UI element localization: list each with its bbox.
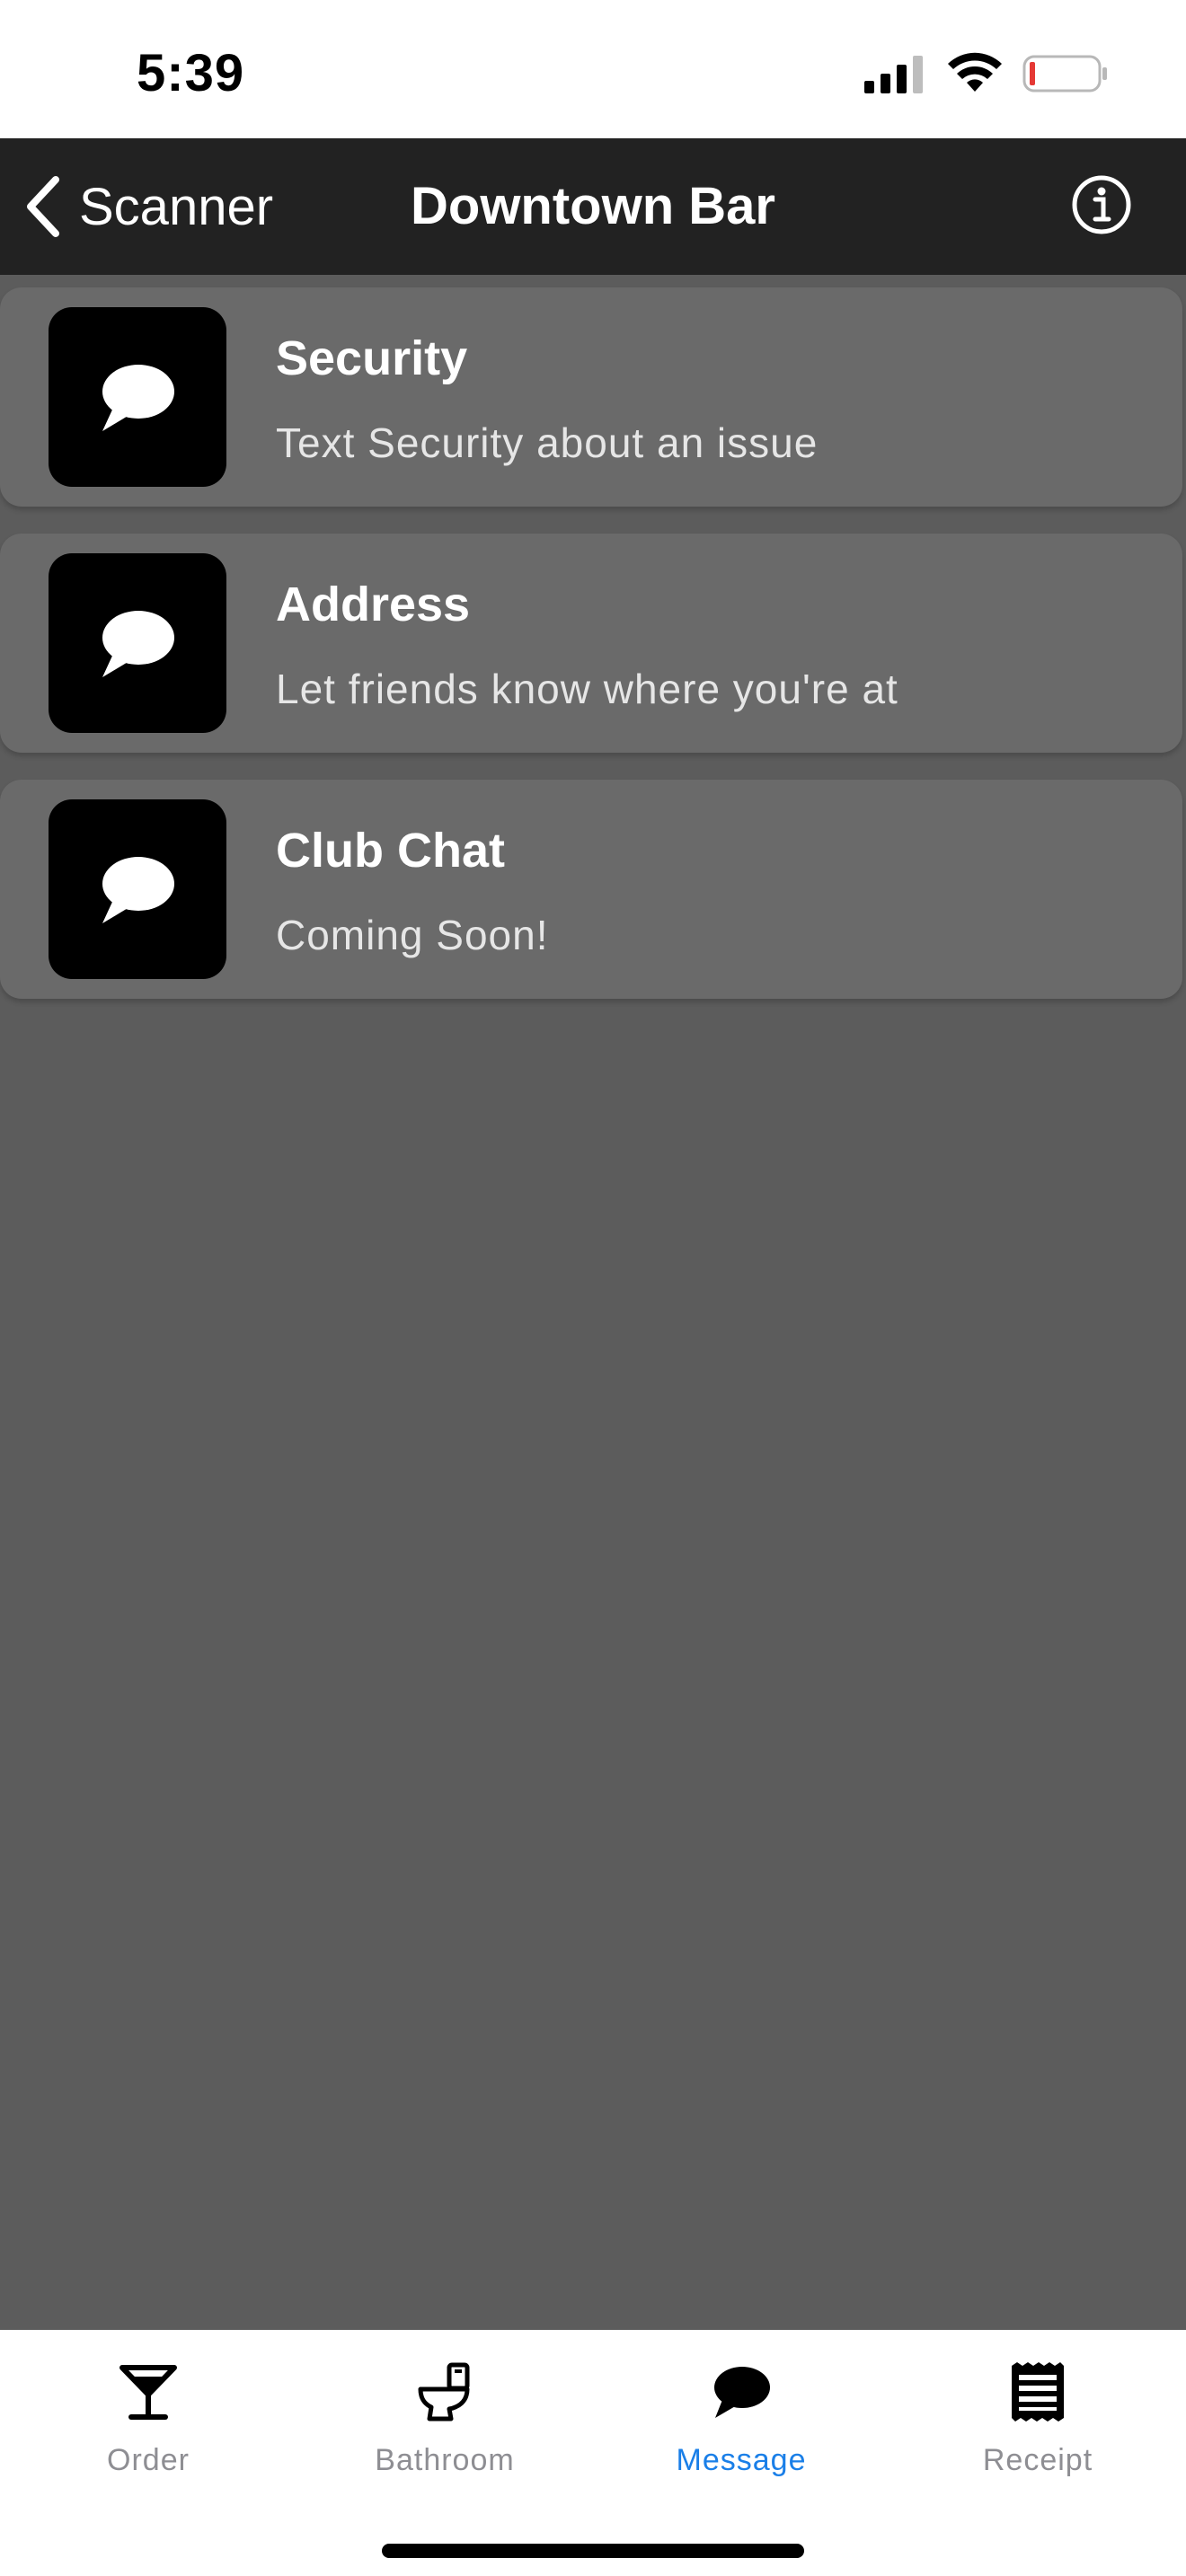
list-item-title: Address (276, 578, 471, 631)
chat-bubble-icon (102, 857, 174, 923)
tab-label: Bathroom (375, 2443, 515, 2477)
list-item-title: Club Chat (276, 824, 505, 878)
chat-bubble-icon (102, 365, 174, 431)
back-button[interactable]: Scanner (22, 165, 273, 248)
chevron-left-icon (27, 176, 59, 237)
tab-label: Order (107, 2443, 190, 2477)
home-indicator[interactable] (382, 2544, 804, 2558)
tab-label: Message (676, 2443, 807, 2477)
list-item-address[interactable]: Address Let friends know where you're at (0, 534, 1182, 753)
tab-order[interactable]: Order (0, 2362, 296, 2497)
tab-label: Receipt (982, 2443, 1093, 2477)
card-icon-box (49, 307, 226, 487)
battery-icon (1022, 55, 1107, 93)
card-icon-box (49, 799, 226, 979)
list-item-club-chat[interactable]: Club Chat Coming Soon! (0, 780, 1182, 999)
list-item-security[interactable]: Security Text Security about an issue (0, 287, 1182, 507)
list-item-subtitle: Let friends know where you're at (276, 666, 898, 712)
screen: 5:39 Downtown Bar Scanner Security Text … (0, 0, 1186, 2576)
info-icon[interactable] (1071, 174, 1132, 235)
list-item-title: Security (276, 331, 468, 385)
toilet-icon (418, 2362, 470, 2422)
signal-icon (864, 56, 923, 93)
status-bar: 5:39 (0, 0, 1186, 138)
tab-receipt[interactable]: Receipt (890, 2362, 1186, 2497)
tab-bar: Order Bathroom Message Receipt (0, 2330, 1186, 2576)
wifi-icon (948, 52, 1002, 92)
tab-bathroom[interactable]: Bathroom (296, 2362, 593, 2497)
chat-bubble-icon (714, 2367, 770, 2418)
status-time: 5:39 (137, 44, 245, 102)
list-item-subtitle: Text Security about an issue (276, 419, 819, 466)
list-item-subtitle: Coming Soon! (276, 912, 549, 958)
nav-bar: Downtown Bar Scanner (0, 138, 1186, 275)
chat-bubble-icon (102, 611, 174, 677)
card-icon-box (49, 553, 226, 733)
receipt-icon (1012, 2362, 1064, 2422)
cocktail-glass-icon (119, 2365, 177, 2420)
tab-message[interactable]: Message (593, 2362, 890, 2497)
back-label: Scanner (79, 177, 274, 236)
